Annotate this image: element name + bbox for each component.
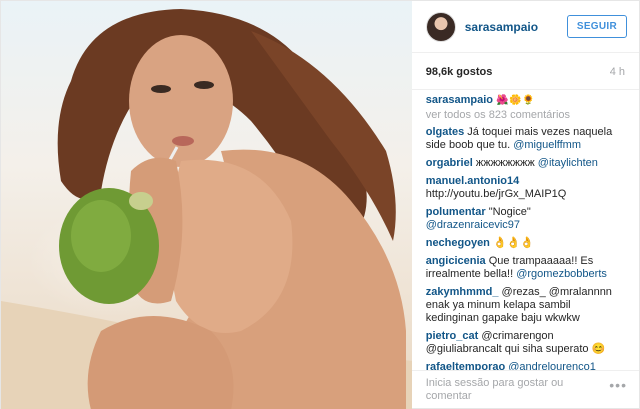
- more-options-icon[interactable]: •••: [609, 378, 627, 392]
- comment-text[interactable]: http://youtu.be/jrGx_MAIP1Q: [426, 188, 567, 200]
- comment: zakymhmmd_ @rezas_ @mralannnn enak ya mi…: [426, 286, 625, 325]
- photo-illustration: [1, 9, 412, 409]
- comment: manuel.antonio14 http://youtu.be/jrGx_MA…: [426, 175, 625, 201]
- comment: pietro_cat @crimarengon @giuliabrancalt …: [426, 330, 625, 356]
- comment: rafaeltemporao @andrelourenco1 @lourenco…: [426, 361, 625, 370]
- likes-count[interactable]: 98,6k gostos: [426, 66, 493, 78]
- post-caption: sarasampaio 🌺🌼🌻: [426, 94, 625, 107]
- follow-button[interactable]: SEGUIR: [566, 15, 627, 38]
- comment-text: "Nogice": [488, 206, 531, 218]
- comment-mention[interactable]: @rgomezbobberts: [516, 268, 607, 280]
- post-time[interactable]: 4 h: [610, 66, 625, 78]
- caption-username[interactable]: sarasampaio: [426, 94, 493, 106]
- post-side-panel: sarasampaio SEGUIR 98,6k gostos 4 h sara…: [411, 1, 639, 409]
- instagram-post: sarasampaio SEGUIR 98,6k gostos 4 h sara…: [0, 0, 640, 409]
- comment-text: жжжжжжжж: [475, 157, 538, 169]
- comment-username[interactable]: angicicenia: [426, 255, 486, 267]
- view-all-comments-link[interactable]: ver todos os 823 comentários: [426, 109, 625, 122]
- post-header: sarasampaio SEGUIR: [411, 1, 639, 53]
- comment-username[interactable]: manuel.antonio14: [426, 175, 520, 187]
- comment-username[interactable]: pietro_cat: [426, 330, 479, 342]
- login-to-comment-link[interactable]: Inicia sessão para gostar ou comentar: [426, 377, 610, 403]
- author-username[interactable]: sarasampaio: [465, 20, 567, 34]
- post-footer: Inicia sessão para gostar ou comentar ••…: [411, 370, 639, 409]
- comment-username[interactable]: orgabriel: [426, 157, 473, 169]
- comment-username[interactable]: olgates: [426, 126, 465, 138]
- comment-mention[interactable]: @itaylichten: [538, 157, 598, 169]
- comment-text: 👌👌👌: [492, 237, 535, 249]
- comment: orgabriel жжжжжжжж @itaylichten: [426, 157, 625, 170]
- comment-username[interactable]: polumentar: [426, 206, 486, 218]
- comment-username[interactable]: zakymhmmd_: [426, 286, 499, 298]
- comment-mention[interactable]: @drazenraicevic97: [426, 219, 520, 231]
- comment: olgates Já toquei mais vezes naquela sid…: [426, 126, 625, 152]
- comment-mention[interactable]: @miguelffmm: [513, 139, 581, 151]
- comment-username[interactable]: nechegoyen: [426, 237, 490, 249]
- comment-username[interactable]: rafaeltemporao: [426, 361, 505, 370]
- comment: polumentar "Nogice" @drazenraicevic97: [426, 206, 625, 232]
- comment: nechegoyen 👌👌👌: [426, 237, 625, 250]
- comment: angicicenia Que trampaaaaa!! Es irrealme…: [426, 255, 625, 281]
- comments-list: sarasampaio 🌺🌼🌻 ver todos os 823 comentá…: [411, 89, 639, 370]
- caption-text: 🌺🌼🌻: [496, 95, 535, 106]
- post-meta: 98,6k gostos 4 h: [412, 55, 639, 89]
- post-photo[interactable]: [1, 1, 412, 409]
- avatar[interactable]: [425, 11, 456, 42]
